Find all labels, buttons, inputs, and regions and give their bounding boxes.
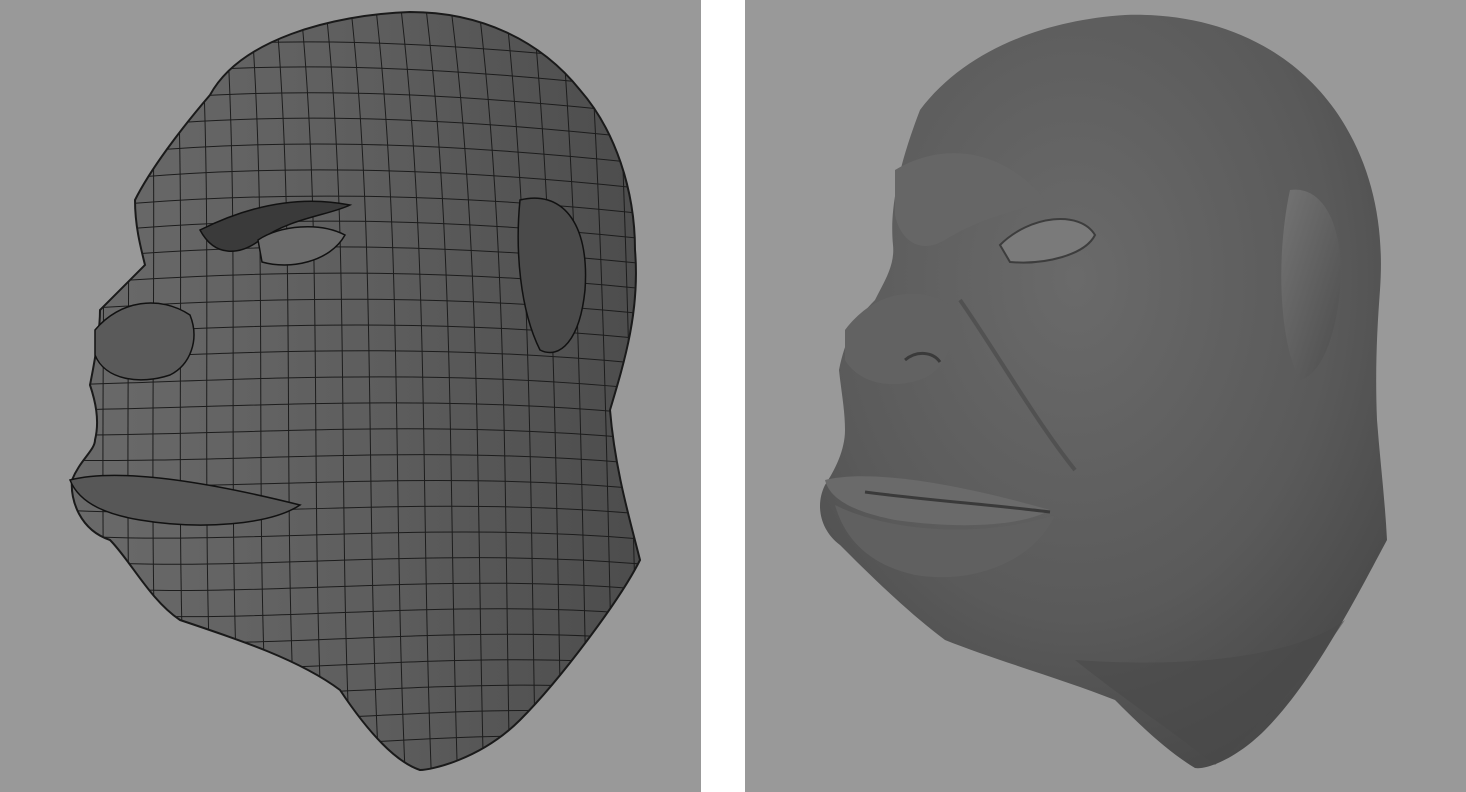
wireframe-head-render <box>68 11 641 771</box>
smooth-viewport[interactable] <box>745 0 1466 792</box>
panel-divider <box>701 0 745 792</box>
wireframe-viewport[interactable] <box>0 0 701 792</box>
smooth-head-render <box>820 14 1387 769</box>
